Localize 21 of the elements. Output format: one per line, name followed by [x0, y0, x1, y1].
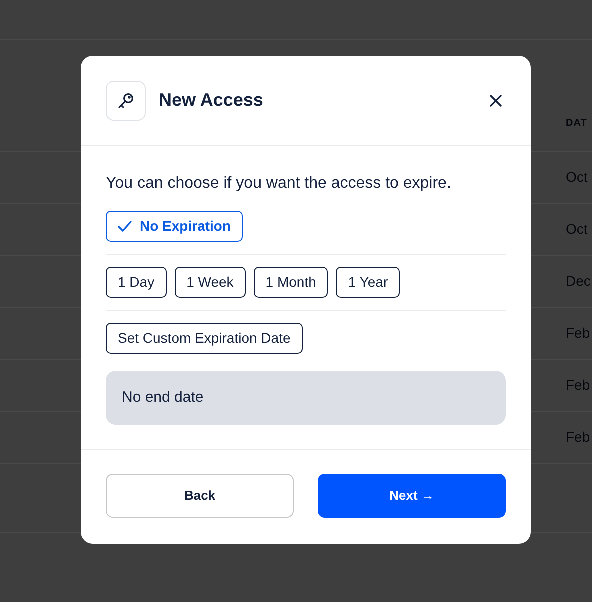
table-cell-text: Feb: [566, 324, 590, 343]
description-text: You can choose if you want the access to expire.: [106, 174, 452, 194]
dialog-title: New Access: [159, 89, 264, 112]
option-button[interactable]: No Expiration: [106, 211, 244, 242]
table-cell-text: Feb: [566, 376, 590, 395]
table-cell-text: Dec: [566, 272, 591, 291]
table-cell-text: Oct: [566, 220, 588, 239]
key-icon: [106, 80, 146, 120]
next-button[interactable]: Next →: [318, 474, 506, 518]
back-button[interactable]: Back: [106, 474, 294, 518]
check-icon: [118, 221, 132, 232]
option-button[interactable]: Set Custom Expiration Date: [106, 323, 303, 354]
option-button[interactable]: 1 Month: [254, 267, 328, 298]
option-button[interactable]: 1 Day: [106, 267, 167, 298]
option-button[interactable]: 1 Week: [174, 267, 246, 298]
expiration-summary: No end date: [106, 371, 506, 425]
table-cell-text: Oct: [566, 168, 588, 187]
option-button[interactable]: 1 Year: [336, 267, 400, 298]
table-cell-text: Feb: [566, 428, 590, 447]
close-icon: [490, 94, 502, 106]
column-header: DAT: [566, 117, 588, 131]
